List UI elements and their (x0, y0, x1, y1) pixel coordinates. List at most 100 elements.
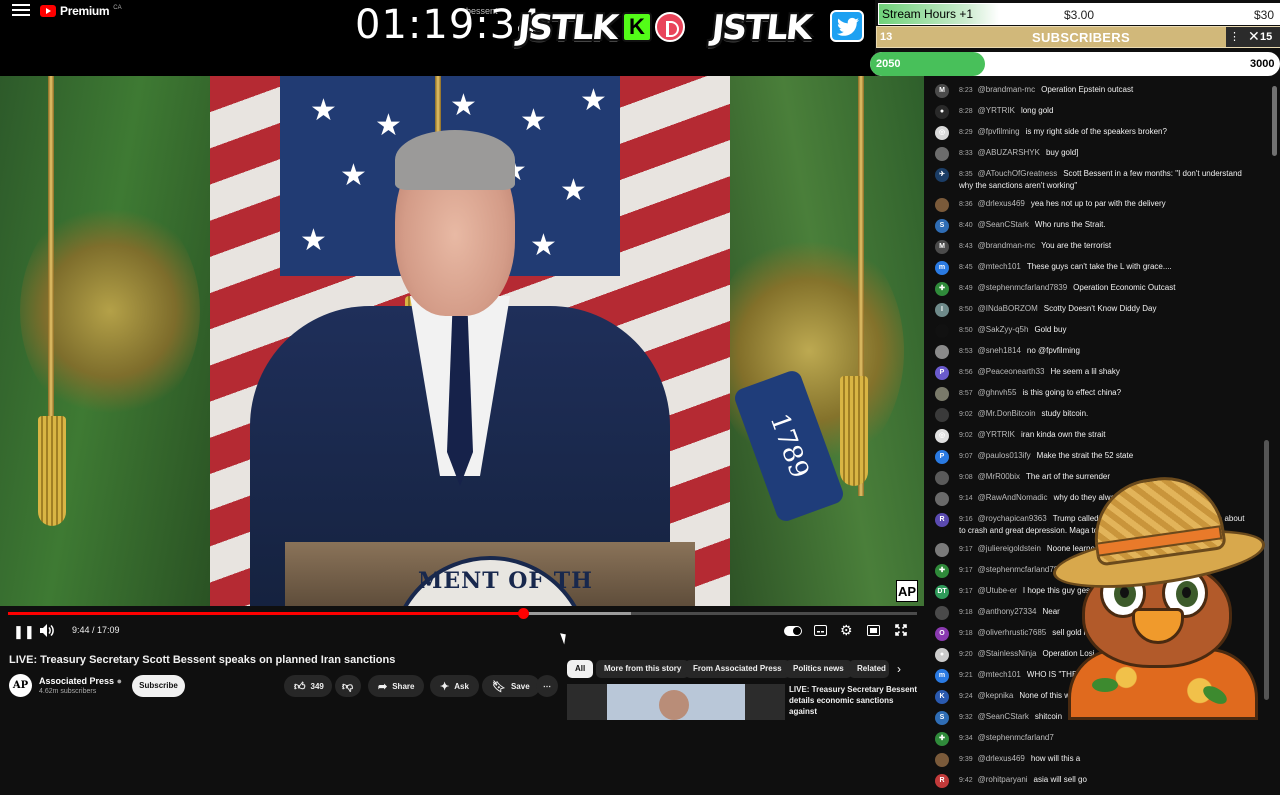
subscribe-button[interactable]: Subscribe (132, 675, 185, 697)
video-player[interactable]: ★ ★ ★ ★ ★ ★ ★ ★ ★ ★ ★ 1789 MENT OF TH AP (0, 76, 924, 606)
chat-author[interactable]: @mtech101 (978, 262, 1021, 271)
captions-icon[interactable] (814, 624, 827, 639)
chat-message[interactable]: ✈ 8:35 @ATouchOfGreatness Scott Bessent in … (935, 168, 1265, 191)
chat-author[interactable]: @juliereigoldstein (978, 544, 1041, 553)
chip[interactable]: From Associated Press (685, 660, 790, 678)
chat-menu-icon[interactable]: ⋮ (1229, 30, 1240, 43)
chat-avatar[interactable] (935, 606, 949, 620)
chat-avatar[interactable] (935, 147, 949, 161)
chat-author[interactable]: @INdaBORZOM (978, 304, 1038, 313)
chat-author[interactable]: @paulos013ify (978, 451, 1031, 460)
chat-avatar[interactable]: K (935, 690, 949, 704)
share-button[interactable]: ➦ Share (368, 675, 425, 697)
chat-author[interactable]: @sneh1814 (978, 346, 1021, 355)
chat-author[interactable]: @anthony27334 (978, 607, 1037, 616)
chat-author[interactable]: @Utube-er (978, 586, 1017, 595)
chat-avatar[interactable] (935, 471, 949, 485)
chat-message[interactable]: ✚ 9:34 @stephenmcfarland7 (935, 732, 1265, 746)
chat-author[interactable]: @ABUZARSHYK (978, 148, 1040, 157)
chat-author[interactable]: @fpvfilming (978, 127, 1020, 136)
recommended-thumbnail[interactable] (567, 684, 785, 720)
chat-author[interactable]: @drlexus469 (978, 754, 1025, 763)
chat-avatar[interactable]: P (935, 366, 949, 380)
save-button[interactable]: 🔖︎ Save (482, 675, 540, 697)
chat-author[interactable]: @kepnika (978, 691, 1014, 700)
chat-avatar[interactable]: ✚ (935, 732, 949, 746)
autoplay-toggle[interactable] (784, 626, 802, 636)
chat-message[interactable]: S 8:40 @SeanCStark Who runs the Strait. (935, 219, 1265, 233)
chat-avatar[interactable]: S (935, 219, 949, 233)
volume-icon[interactable] (40, 624, 55, 640)
chat-avatar[interactable] (935, 198, 949, 212)
chat-author[interactable]: @YRTRIK (978, 106, 1015, 115)
hamburger-menu-icon[interactable] (12, 4, 30, 18)
chat-message[interactable]: P 9:07 @paulos013ify Make the strait the 52… (935, 450, 1265, 464)
chat-avatar[interactable]: ✚ (935, 282, 949, 296)
like-button[interactable]: 👍︎ 349 (284, 675, 332, 697)
chat-avatar[interactable] (935, 492, 949, 506)
chat-avatar[interactable] (935, 753, 949, 767)
chat-message[interactable]: 8:36 @drlexus469 yea hes not up to par wit… (935, 198, 1265, 212)
chat-avatar[interactable]: ● (935, 648, 949, 662)
chat-avatar[interactable] (935, 408, 949, 422)
channel-name[interactable]: Associated Press ● (39, 676, 122, 686)
chat-message[interactable]: R 9:42 @rohitparyani asia will sell go (935, 774, 1265, 788)
chat-message[interactable]: m 8:45 @mtech101 These guys can't take the … (935, 261, 1265, 275)
chat-avatar[interactable]: M (935, 84, 949, 98)
chat-avatar[interactable]: ✈ (935, 168, 949, 182)
chat-message[interactable]: 9:02 @Mr.DonBitcoin study bitcoin. (935, 408, 1265, 422)
theater-mode-icon[interactable] (867, 624, 880, 639)
chip[interactable]: More from this story (596, 660, 690, 678)
chat-message[interactable]: 8:53 @sneh1814 no @fpvfilming (935, 345, 1265, 359)
chat-author[interactable]: @roychapican9363 (978, 514, 1047, 523)
chat-author[interactable]: @StainlessNinja (978, 649, 1037, 658)
chat-avatar[interactable]: ◎ (935, 126, 949, 140)
chat-message[interactable]: I 8:50 @INdaBORZOM Scotty Doesn't Know Didd… (935, 303, 1265, 317)
chat-author[interactable]: @ATouchOfGreatness (978, 169, 1058, 178)
settings-gear-icon[interactable]: ⚙ (840, 622, 853, 639)
chat-message[interactable]: ◎ 8:29 @fpvfilming is my right side of the … (935, 126, 1265, 140)
chat-message[interactable]: 8:50 @SakZyy-q5h Gold buy (935, 324, 1265, 338)
youtube-logo[interactable]: Premium CA (40, 4, 122, 18)
chat-message[interactable]: 9:39 @drlexus469 how will this a (935, 753, 1265, 767)
chat-author[interactable]: @MrR00bix (978, 472, 1020, 481)
chat-author[interactable]: @YRTRIK (978, 430, 1015, 439)
channel-avatar[interactable]: AP (9, 674, 32, 697)
chat-message[interactable]: ◎ 9:02 @YRTRIK iran kinda own the strait (935, 429, 1265, 443)
chat-author[interactable]: @oliverhrustic7685 (978, 628, 1047, 637)
seek-bar[interactable] (8, 608, 917, 619)
chat-avatar[interactable]: R (935, 774, 949, 788)
chat-avatar[interactable]: ✚ (935, 564, 949, 578)
chat-message[interactable]: M 8:23 @brandman-mc Operation Epstein outca… (935, 84, 1265, 98)
chat-author[interactable]: @rohitparyani (978, 775, 1028, 784)
chat-author[interactable]: @drlexus469 (978, 199, 1025, 208)
chat-avatar[interactable]: S (935, 711, 949, 725)
chip[interactable]: Politics news (785, 660, 852, 678)
fullscreen-icon[interactable] (895, 624, 907, 639)
chat-avatar[interactable]: m (935, 261, 949, 275)
chat-avatar[interactable]: I (935, 303, 949, 317)
dislike-button[interactable]: 👎︎ (335, 675, 361, 697)
chat-message[interactable]: 8:33 @ABUZARSHYK buy gold] (935, 147, 1265, 161)
chat-author[interactable]: @stephenmcfarland7 (978, 733, 1054, 742)
chat-message[interactable]: P 8:56 @Peaceonearth33 He seem a lil shaky (935, 366, 1265, 380)
chat-avatar[interactable]: ◎ (935, 429, 949, 443)
chat-avatar[interactable]: P (935, 450, 949, 464)
chat-avatar[interactable]: DT (935, 585, 949, 599)
chat-message[interactable]: M 8:43 @brandman-mc You are the terrorist (935, 240, 1265, 254)
chat-author[interactable]: @RawAndNomadic (978, 493, 1048, 502)
chat-author[interactable]: @mtech101 (978, 670, 1021, 679)
chat-avatar[interactable]: O (935, 627, 949, 641)
chat-avatar[interactable] (935, 387, 949, 401)
ask-button[interactable]: ✦ Ask (430, 675, 479, 697)
chat-author[interactable]: @Mr.DonBitcoin (978, 409, 1036, 418)
chat-avatar[interactable]: ● (935, 105, 949, 119)
more-actions-button[interactable]: ⋯ (536, 675, 558, 697)
chat-avatar[interactable] (935, 324, 949, 338)
chip[interactable]: Related (849, 660, 889, 678)
recommended-title[interactable]: LIVE: Treasury Secretary Bessent details… (789, 684, 919, 717)
chat-author[interactable]: @stephenmcfarland7839 (978, 283, 1068, 292)
pause-icon[interactable]: ❚❚ (13, 624, 35, 640)
chat-message[interactable]: 8:57 @ghnvh55 is this going to effect chin… (935, 387, 1265, 401)
chat-message[interactable]: ✚ 8:49 @stephenmcfarland7839 Operation Econ… (935, 282, 1265, 296)
